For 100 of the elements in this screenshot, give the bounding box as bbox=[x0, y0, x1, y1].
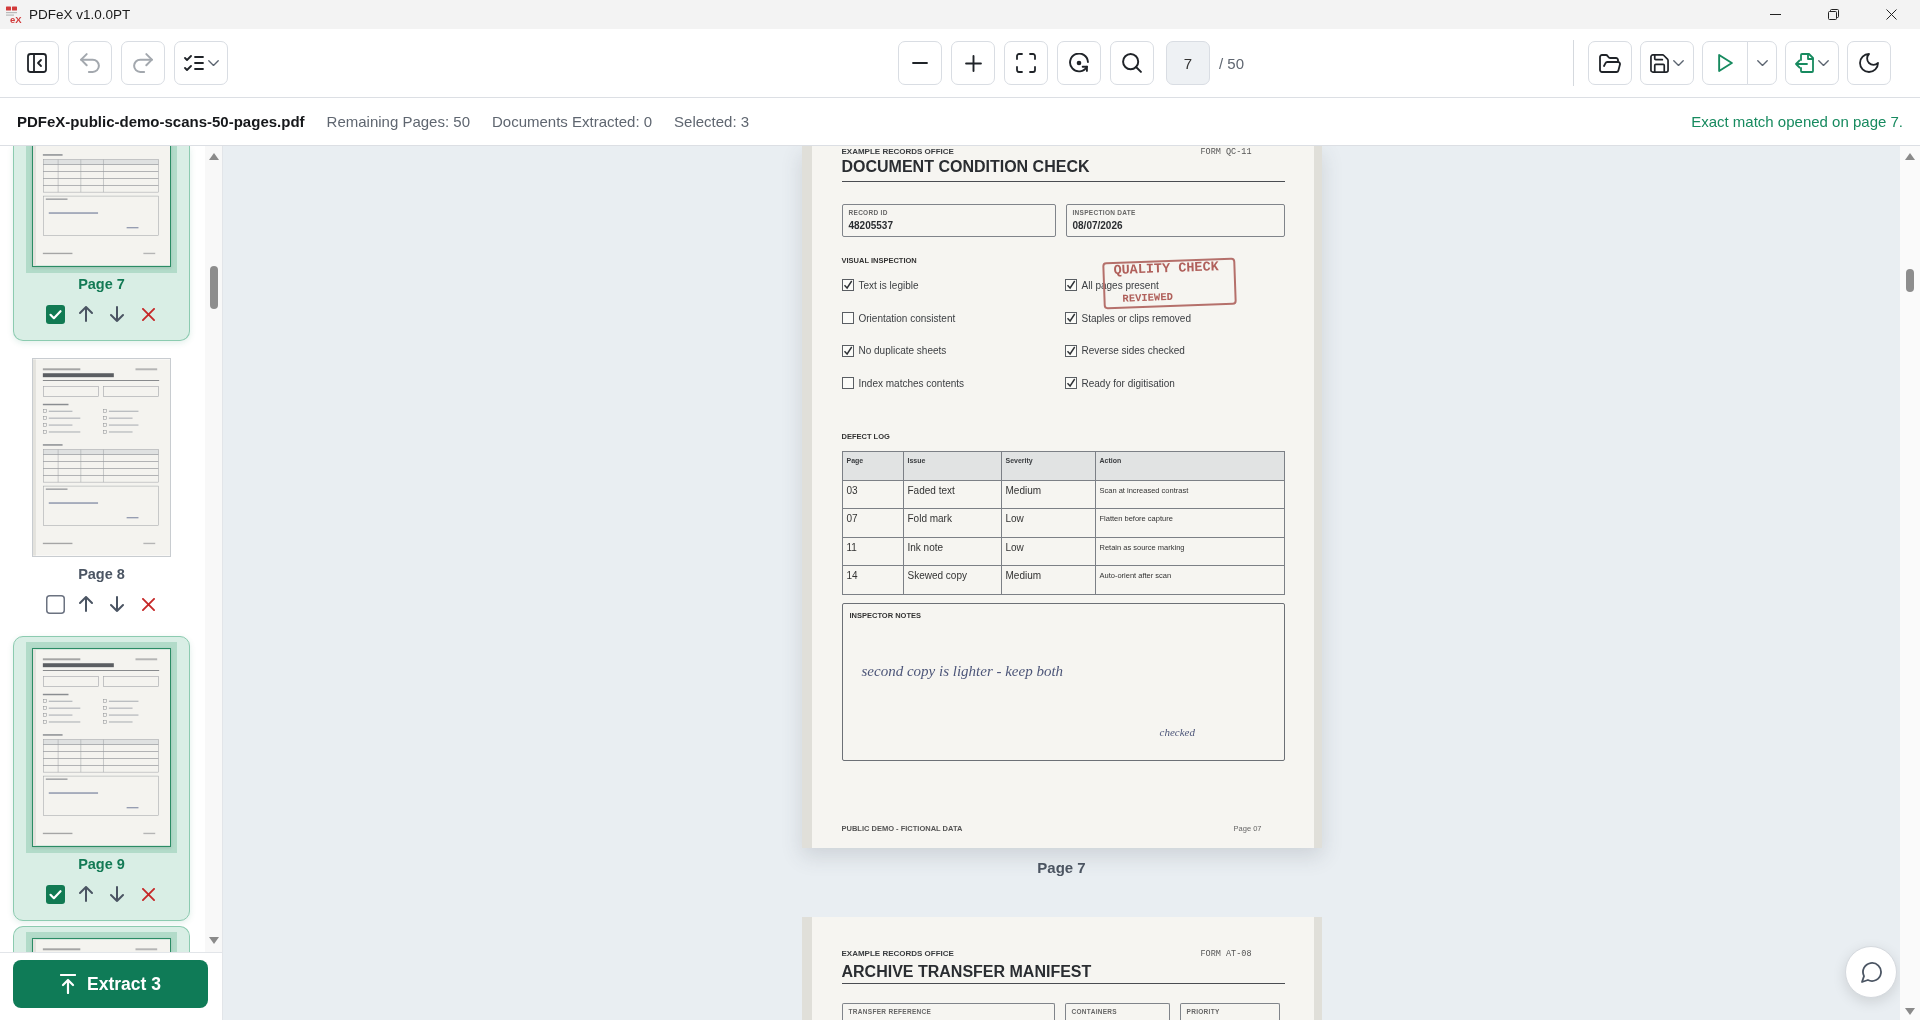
checklist-label: No duplicate sheets bbox=[858, 345, 947, 357]
handwritten-mark: checked bbox=[1159, 725, 1195, 739]
run-button[interactable] bbox=[1702, 41, 1748, 85]
office-name: EXAMPLE RECORDS OFFICE bbox=[841, 949, 954, 959]
page-caption: Page 7 bbox=[1037, 859, 1086, 877]
minus-icon bbox=[912, 62, 928, 64]
checklist-label: Ready for digitisation bbox=[1081, 377, 1175, 389]
arrow-down-icon bbox=[110, 886, 124, 902]
checklist-menu-button[interactable] bbox=[174, 41, 228, 85]
form-code: FORM QC-11 bbox=[1200, 147, 1252, 157]
panel-left-icon bbox=[27, 53, 47, 73]
close-icon bbox=[1885, 9, 1897, 20]
circular-arrow-icon bbox=[1069, 53, 1089, 73]
table-cell: Low bbox=[1001, 508, 1095, 538]
sidebar-toggle-button[interactable] bbox=[15, 41, 59, 85]
moon-icon bbox=[1859, 53, 1879, 73]
extract-button[interactable]: Extract 3 bbox=[13, 960, 208, 1008]
checkbox[interactable] bbox=[45, 884, 65, 904]
checklist-label: Index matches contents bbox=[858, 377, 965, 389]
page-label: Page 8 bbox=[78, 565, 125, 584]
page-label: Page 7 bbox=[78, 275, 125, 294]
checklist-label: Reverse sides checked bbox=[1081, 345, 1185, 357]
save-icon bbox=[1650, 53, 1669, 73]
stamp-text: REVIEWED bbox=[1121, 291, 1173, 305]
table-cell: Medium bbox=[1001, 565, 1095, 595]
caret-icon bbox=[1756, 59, 1768, 67]
search-icon bbox=[1122, 53, 1142, 73]
close-icon bbox=[141, 887, 155, 901]
document-title: DOCUMENT CONDITION CHECK bbox=[841, 157, 1090, 176]
undo-icon bbox=[80, 53, 100, 73]
caret-icon bbox=[1673, 59, 1684, 67]
stamp-text: QUALITY CHECK bbox=[1112, 260, 1219, 278]
checkbox[interactable] bbox=[45, 304, 65, 324]
caret-icon bbox=[1818, 59, 1829, 67]
handwritten-note: second copy is lighter - keep both bbox=[861, 661, 1064, 680]
scrollbar-thumb[interactable] bbox=[1906, 269, 1914, 292]
redo-icon bbox=[133, 53, 153, 73]
document-title: ARCHIVE TRANSFER MANIFEST bbox=[841, 962, 1092, 981]
table-cell: Ink note bbox=[903, 537, 1001, 566]
checkbox[interactable] bbox=[45, 594, 65, 614]
reset-view-button[interactable] bbox=[1057, 41, 1101, 85]
form-code: FORM AT-08 bbox=[1200, 949, 1252, 959]
chat-button[interactable] bbox=[1845, 946, 1897, 998]
page-thumbnail[interactable] bbox=[26, 146, 177, 273]
arrow-down-icon bbox=[110, 596, 124, 612]
save-button[interactable] bbox=[1640, 41, 1694, 85]
office-name: EXAMPLE RECORDS OFFICE bbox=[841, 147, 954, 157]
checklist-label: Text is legible bbox=[858, 279, 919, 291]
page-card[interactable]: Page 7 bbox=[13, 146, 190, 341]
page-number-field[interactable]: 7 bbox=[1166, 41, 1210, 85]
checklist-icon bbox=[183, 53, 204, 73]
page-thumbnail[interactable] bbox=[26, 642, 177, 853]
zoom-in-button[interactable] bbox=[951, 41, 995, 85]
page-total: / 50 bbox=[1219, 54, 1245, 72]
window-title: PDFeX v1.0.0PT bbox=[29, 7, 131, 22]
close-icon bbox=[141, 307, 155, 321]
table-cell: Low bbox=[1001, 537, 1095, 566]
chat-bubble-icon bbox=[1860, 961, 1882, 983]
app-logo: eX bbox=[5, 5, 23, 24]
theme-toggle-button[interactable] bbox=[1847, 41, 1891, 85]
checklist-label: Staples or clips removed bbox=[1081, 312, 1191, 324]
document-arrow-icon bbox=[1795, 53, 1814, 73]
close-icon bbox=[141, 597, 155, 611]
frame-corners-icon bbox=[1016, 53, 1036, 73]
export-button[interactable] bbox=[1785, 41, 1839, 85]
scroll-down-arrow[interactable] bbox=[1905, 1008, 1915, 1015]
field-value: 48205537 bbox=[848, 219, 893, 233]
scrollbar-thumb[interactable] bbox=[209, 266, 218, 309]
scroll-down-arrow[interactable] bbox=[208, 937, 219, 944]
table-cell: 11 bbox=[842, 537, 903, 566]
page-thumbnail[interactable] bbox=[26, 932, 177, 952]
checklist-label: Orientation consistent bbox=[858, 312, 956, 324]
table-cell: Medium bbox=[1001, 480, 1095, 509]
status-text: Remaining Pages: 50 bbox=[326, 113, 470, 130]
folder-icon bbox=[1599, 53, 1621, 73]
table-cell: Fold mark bbox=[903, 508, 1001, 538]
search-button[interactable] bbox=[1110, 41, 1154, 85]
arrow-up-icon bbox=[79, 596, 93, 612]
page-card[interactable]: Page 9 bbox=[13, 636, 190, 921]
arrow-up-icon bbox=[79, 886, 93, 902]
restore-icon bbox=[1827, 9, 1839, 20]
scroll-up-arrow[interactable] bbox=[1905, 153, 1915, 160]
status-text: Documents Extracted: 0 bbox=[492, 113, 653, 130]
status-text: Selected: 3 bbox=[674, 113, 750, 130]
open-file-button[interactable] bbox=[1588, 41, 1632, 85]
table-cell: 14 bbox=[842, 565, 903, 595]
minimize-icon bbox=[1769, 14, 1781, 15]
fit-page-button[interactable] bbox=[1004, 41, 1048, 85]
table-cell: 07 bbox=[842, 508, 903, 538]
field-value: 08/07/2026 bbox=[1072, 219, 1123, 233]
page-card[interactable] bbox=[13, 926, 190, 952]
file-name: PDFeX-public-demo-scans-50-pages.pdf bbox=[17, 113, 305, 130]
page-label: Page 9 bbox=[78, 855, 125, 874]
status-message: Exact match opened on page 7. bbox=[1691, 113, 1903, 130]
caret-icon bbox=[207, 59, 219, 67]
arrow-up-icon bbox=[79, 306, 93, 322]
table-cell: Skewed copy bbox=[903, 565, 1001, 595]
page-thumbnail[interactable] bbox=[32, 358, 171, 557]
play-icon bbox=[1717, 54, 1733, 72]
scroll-up-arrow[interactable] bbox=[208, 153, 219, 160]
